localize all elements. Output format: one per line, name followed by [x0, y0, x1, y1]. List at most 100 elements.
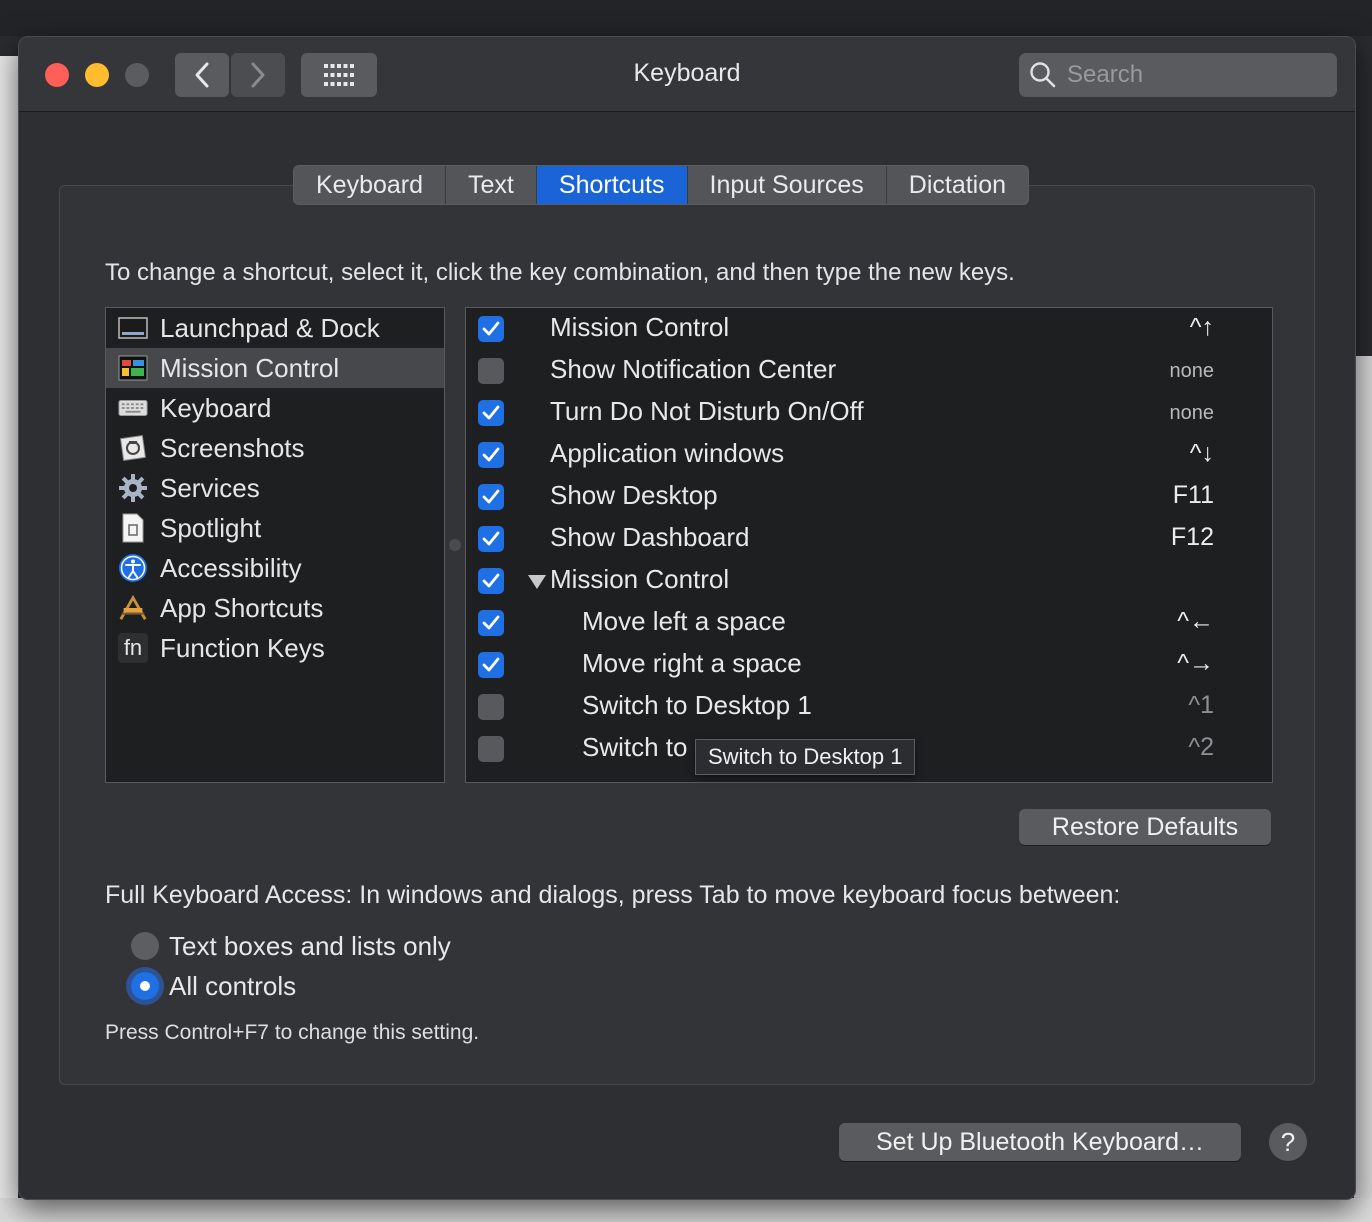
shortcut-label: Show Desktop: [550, 480, 718, 510]
shortcut-key[interactable]: ^←: [1177, 607, 1214, 636]
shortcut-label: Show Notification Center: [550, 354, 837, 384]
tab-text[interactable]: Text: [446, 166, 537, 204]
help-button[interactable]: ?: [1269, 1123, 1307, 1161]
category-label: Accessibility: [160, 552, 302, 583]
category-services[interactable]: Services: [106, 468, 444, 508]
restore-defaults-button[interactable]: Restore Defaults: [1019, 809, 1271, 845]
shortcut-label: Move right a space: [582, 648, 802, 678]
shortcut-key[interactable]: none: [1170, 360, 1215, 383]
shortcut-row[interactable]: Application windows ^↓: [466, 434, 1272, 476]
tab-input-sources[interactable]: Input Sources: [688, 166, 887, 204]
shortcut-key[interactable]: ^↑: [1190, 313, 1214, 342]
screenshots-icon: [118, 433, 148, 463]
shortcut-key[interactable]: F12: [1171, 523, 1214, 552]
checkbox[interactable]: [478, 442, 504, 468]
category-label: Launchpad & Dock: [160, 312, 380, 343]
checkbox[interactable]: [478, 400, 504, 426]
radio-text-boxes-only[interactable]: Text boxes and lists only: [131, 929, 451, 963]
checkbox[interactable]: [478, 652, 504, 678]
radio-all-controls[interactable]: All controls: [131, 969, 296, 1003]
splitter-handle[interactable]: [449, 539, 461, 551]
tab-shortcuts[interactable]: Shortcuts: [536, 166, 688, 204]
checkmark-icon: [482, 657, 500, 672]
category-accessibility[interactable]: Accessibility: [106, 548, 444, 588]
shortcut-key[interactable]: ^↓: [1190, 439, 1214, 468]
category-keyboard[interactable]: Keyboard: [106, 388, 444, 428]
shortcut-label: Move left a space: [582, 606, 786, 636]
checkmark-icon: [482, 489, 500, 504]
category-label: Function Keys: [160, 632, 325, 663]
category-screenshots[interactable]: Screenshots: [106, 428, 444, 468]
shortcut-label: Turn Do Not Disturb On/Off: [550, 396, 864, 426]
category-label: Screenshots: [160, 432, 305, 463]
mission-control-icon: [118, 353, 148, 383]
shortcut-label: Application windows: [550, 438, 785, 468]
app-shortcuts-icon: [118, 593, 148, 623]
category-label: Keyboard: [160, 392, 272, 423]
search-field[interactable]: [1019, 53, 1337, 97]
full-keyboard-access-label: Full Keyboard Access: In windows and dia…: [105, 881, 1121, 909]
shortcut-row[interactable]: Show Dashboard F12: [466, 518, 1272, 560]
shortcut-key[interactable]: ^2: [1188, 733, 1214, 762]
shortcut-group-label: Mission Control: [550, 564, 730, 594]
shortcut-row[interactable]: Switch to Desktop 1 ^1: [466, 686, 1272, 728]
background-dock-strip: [0, 1198, 1372, 1222]
shortcut-key[interactable]: F11: [1173, 481, 1214, 510]
category-function-keys[interactable]: fn Function Keys: [106, 628, 444, 668]
shortcut-row[interactable]: Move left a space ^←: [466, 602, 1272, 644]
checkmark-icon: [482, 531, 500, 546]
document-icon: [118, 513, 148, 543]
checkmark-icon: [482, 321, 500, 336]
shortcut-label: Switch to: [582, 732, 688, 762]
search-input[interactable]: [1065, 60, 1319, 90]
shortcut-key[interactable]: none: [1170, 402, 1215, 425]
accessibility-icon: [118, 553, 148, 583]
checkmark-icon: [482, 405, 500, 420]
setup-bluetooth-keyboard-button[interactable]: Set Up Bluetooth Keyboard…: [839, 1123, 1241, 1161]
checkbox[interactable]: [478, 568, 504, 594]
radio-button[interactable]: [131, 932, 159, 960]
shortcut-row[interactable]: Move right a space ^→: [466, 644, 1272, 686]
checkmark-icon: [482, 615, 500, 630]
checkbox[interactable]: [478, 358, 504, 384]
shortcut-list: Mission Control ^↑ Show Notification Cen…: [465, 307, 1273, 783]
background-window-left: [0, 56, 18, 1222]
shortcut-row[interactable]: Mission Control ^↑: [466, 308, 1272, 350]
checkbox[interactable]: [478, 526, 504, 552]
category-label: Spotlight: [160, 512, 262, 543]
category-spotlight[interactable]: Spotlight: [106, 508, 444, 548]
tab-dictation[interactable]: Dictation: [887, 166, 1028, 204]
checkbox[interactable]: [478, 316, 504, 342]
checkbox[interactable]: [478, 736, 504, 762]
checkbox[interactable]: [478, 610, 504, 636]
shortcut-label: Mission Control: [550, 312, 730, 342]
category-mission-control[interactable]: Mission Control: [106, 348, 444, 388]
checkbox[interactable]: [478, 484, 504, 510]
checkmark-icon: [482, 573, 500, 588]
search-icon: [1030, 62, 1056, 88]
shortcut-row[interactable]: Turn Do Not Disturb On/Off none: [466, 392, 1272, 434]
shortcut-row[interactable]: Show Notification Center none: [466, 350, 1272, 392]
shortcut-label: Show Dashboard: [550, 522, 750, 552]
desktop-background: [0, 0, 1372, 36]
shortcut-row[interactable]: Show Desktop F11: [466, 476, 1272, 518]
gear-icon: [118, 473, 148, 503]
radio-button[interactable]: [131, 972, 159, 1000]
shortcut-key[interactable]: ^→: [1177, 649, 1214, 678]
background-window-right: [1354, 356, 1372, 1222]
shortcut-key[interactable]: ^1: [1188, 691, 1214, 720]
disclosure-triangle-icon[interactable]: [528, 575, 546, 589]
tab-keyboard[interactable]: Keyboard: [294, 166, 447, 204]
shortcut-category-list: Launchpad & Dock Mission Control Keyboar…: [105, 307, 445, 783]
category-label: Services: [160, 472, 260, 503]
tooltip: Switch to Desktop 1: [695, 739, 916, 775]
category-launchpad-dock[interactable]: Launchpad & Dock: [106, 308, 444, 348]
fn-icon: fn: [118, 633, 148, 663]
category-app-shortcuts[interactable]: App Shortcuts: [106, 588, 444, 628]
keyboard-access-hint: Press Control+F7 to change this setting.: [105, 1021, 480, 1044]
checkmark-icon: [482, 447, 500, 462]
shortcut-group-row[interactable]: Mission Control: [466, 560, 1272, 602]
tab-bar: Keyboard Text Shortcuts Input Sources Di…: [293, 165, 1030, 205]
instruction-text: To change a shortcut, select it, click t…: [105, 259, 1015, 286]
checkbox[interactable]: [478, 694, 504, 720]
